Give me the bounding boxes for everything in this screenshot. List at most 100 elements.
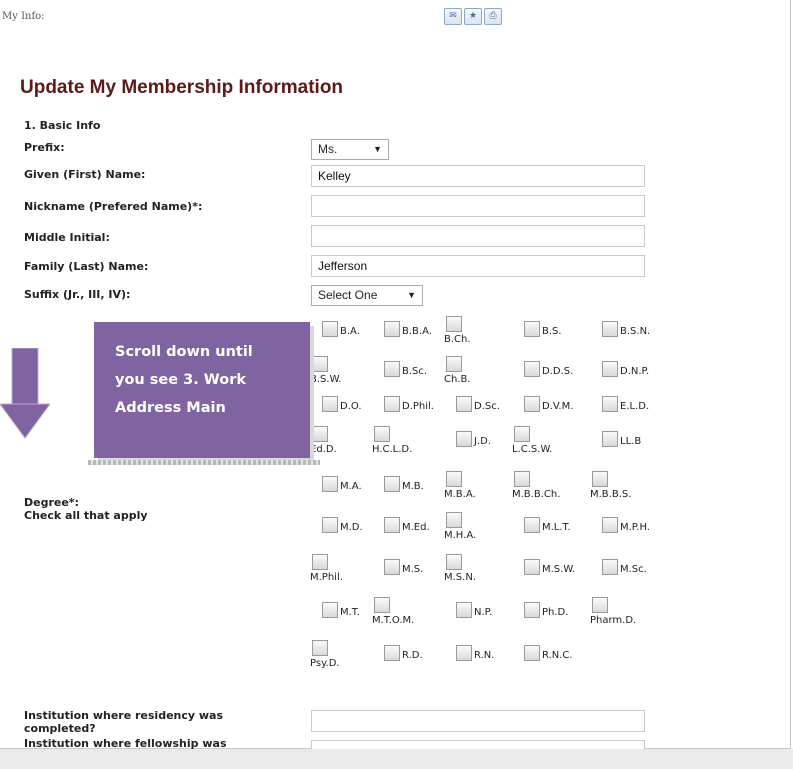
given-name-input[interactable]: Kelley	[311, 165, 645, 187]
degree-checkbox[interactable]	[384, 645, 400, 661]
degree-checkbox[interactable]	[592, 597, 608, 613]
degree-checkbox[interactable]	[384, 476, 400, 492]
degree-checkbox-label: M.A.	[340, 481, 362, 492]
degree-checkbox[interactable]	[456, 431, 472, 447]
degree-checkbox-label: D.D.S.	[542, 366, 574, 377]
degree-checkbox[interactable]	[524, 517, 540, 533]
instruction-callout: Scroll down until you see 3. Work Addres…	[94, 322, 310, 458]
degree-checkbox-label: B.S.W.	[310, 374, 342, 385]
degree-sublabel: Check all that apply	[24, 509, 148, 522]
degree-checkbox[interactable]	[374, 426, 390, 442]
star-icon[interactable]: ★	[464, 8, 482, 25]
degree-checkbox[interactable]	[322, 476, 338, 492]
degree-checkbox[interactable]	[312, 426, 328, 442]
dropdown-arrow-icon: ▼	[373, 144, 382, 154]
degree-checkbox-label: M.B.	[402, 481, 424, 492]
printer-icon[interactable]: ⎙	[484, 8, 502, 25]
degree-checkbox-label: Pharm.D.	[590, 615, 637, 626]
suffix-select[interactable]: Select One ▼	[311, 285, 423, 306]
prefix-select[interactable]: Ms. ▼	[311, 139, 389, 160]
degree-checkbox-label: M.B.B.S.	[590, 489, 632, 500]
envelope-icon[interactable]: ✉	[444, 8, 462, 25]
section-heading: 1. Basic Info	[24, 119, 101, 132]
degree-checkbox[interactable]	[322, 517, 338, 533]
degree-checkbox-label: M.S.W.	[542, 564, 576, 575]
degree-checkbox-label: M.Sc.	[620, 564, 647, 575]
degree-checkbox-label: M.T.	[340, 607, 360, 618]
nickname-label: Nickname (Prefered Name)*:	[24, 200, 203, 213]
residency-input[interactable]	[311, 710, 645, 732]
degree-checkbox-label: D.N.P.	[620, 366, 650, 377]
degree-checkbox-label: M.Ed.	[402, 522, 430, 533]
degree-checkbox[interactable]	[322, 321, 338, 337]
degree-checkbox[interactable]	[446, 512, 462, 528]
degree-checkbox-label: B.B.A.	[402, 326, 432, 337]
nickname-input[interactable]	[311, 195, 645, 217]
degree-checkbox-label: N.P.	[474, 607, 493, 618]
degree-checkbox-label: B.S.N.	[620, 326, 651, 337]
degree-checkbox[interactable]	[602, 361, 618, 377]
degree-checkbox[interactable]	[456, 602, 472, 618]
degree-checkbox[interactable]	[374, 597, 390, 613]
degree-checkbox[interactable]	[322, 602, 338, 618]
degree-checkbox[interactable]	[446, 471, 462, 487]
degree-checkbox-label: Psy.D.	[310, 658, 340, 669]
degree-checkbox[interactable]	[602, 559, 618, 575]
degree-checkbox[interactable]	[446, 356, 462, 372]
degree-checkbox[interactable]	[514, 471, 530, 487]
family-name-label: Family (Last) Name:	[24, 260, 149, 273]
degree-checkbox[interactable]	[524, 396, 540, 412]
page-frame: My Info: ✉ ★ ⎙ Update My Membership Info…	[0, 0, 791, 750]
degree-checkbox[interactable]	[524, 602, 540, 618]
degree-checkbox-label: R.D.	[402, 650, 423, 661]
degree-checkbox-label: M.D.	[340, 522, 363, 533]
prefix-label: Prefix:	[24, 141, 65, 154]
degree-checkbox[interactable]	[322, 396, 338, 412]
degree-checkbox-label: M.B.A.	[444, 489, 476, 500]
degree-checkbox-label: Ed.D.	[310, 444, 337, 455]
degree-checkbox[interactable]	[312, 554, 328, 570]
family-name-input[interactable]: Jefferson	[311, 255, 645, 277]
degree-checkbox-label: M.B.B.Ch.	[512, 489, 561, 500]
degree-checkbox[interactable]	[384, 361, 400, 377]
middle-initial-label: Middle Initial:	[24, 231, 110, 244]
suffix-label: Suffix (Jr., III, IV):	[24, 288, 131, 301]
degree-checkbox[interactable]	[602, 321, 618, 337]
degree-checkbox-label: M.P.H.	[620, 522, 650, 533]
degree-checkbox[interactable]	[384, 559, 400, 575]
degree-checkbox[interactable]	[384, 517, 400, 533]
degree-checkbox[interactable]	[456, 645, 472, 661]
degree-checkbox[interactable]	[524, 361, 540, 377]
degree-checkbox-label: D.Phil.	[402, 401, 434, 412]
degree-checkbox[interactable]	[446, 554, 462, 570]
degree-checkbox-label: Ph.D.	[542, 607, 569, 618]
degree-checkbox-label: D.V.M.	[542, 401, 574, 412]
degree-checkbox[interactable]	[384, 321, 400, 337]
degree-checkbox[interactable]	[524, 559, 540, 575]
middle-initial-input[interactable]	[311, 225, 645, 247]
degree-checkbox[interactable]	[524, 645, 540, 661]
degree-checkbox[interactable]	[312, 640, 328, 656]
degree-checkbox[interactable]	[602, 431, 618, 447]
degree-checkbox[interactable]	[384, 396, 400, 412]
dropdown-arrow-icon: ▼	[407, 290, 416, 300]
degree-checkbox[interactable]	[592, 471, 608, 487]
degree-checkbox[interactable]	[602, 396, 618, 412]
degree-checkbox[interactable]	[446, 316, 462, 332]
degree-checkbox-label: M.S.	[402, 564, 424, 575]
degree-checkbox[interactable]	[514, 426, 530, 442]
degree-checkbox[interactable]	[312, 356, 328, 372]
degree-checkbox[interactable]	[456, 396, 472, 412]
degree-checkbox-label: L.C.S.W.	[512, 444, 553, 455]
suffix-value: Select One	[318, 288, 378, 302]
degree-checkbox[interactable]	[524, 321, 540, 337]
fellowship-input[interactable]	[311, 740, 645, 749]
degree-checkbox-label: D.Sc.	[474, 401, 500, 412]
degree-checkbox-label: M.T.O.M.	[372, 615, 415, 626]
degree-checkbox[interactable]	[602, 517, 618, 533]
degree-checkbox-label: R.N.C.	[542, 650, 573, 661]
callout-text: Scroll down until you see 3. Work Addres…	[115, 344, 253, 416]
degree-checkbox-label: LL.B	[620, 436, 642, 447]
degree-checkbox-label: M.S.N.	[444, 572, 476, 583]
degree-checkbox-label: B.Sc.	[402, 366, 428, 377]
